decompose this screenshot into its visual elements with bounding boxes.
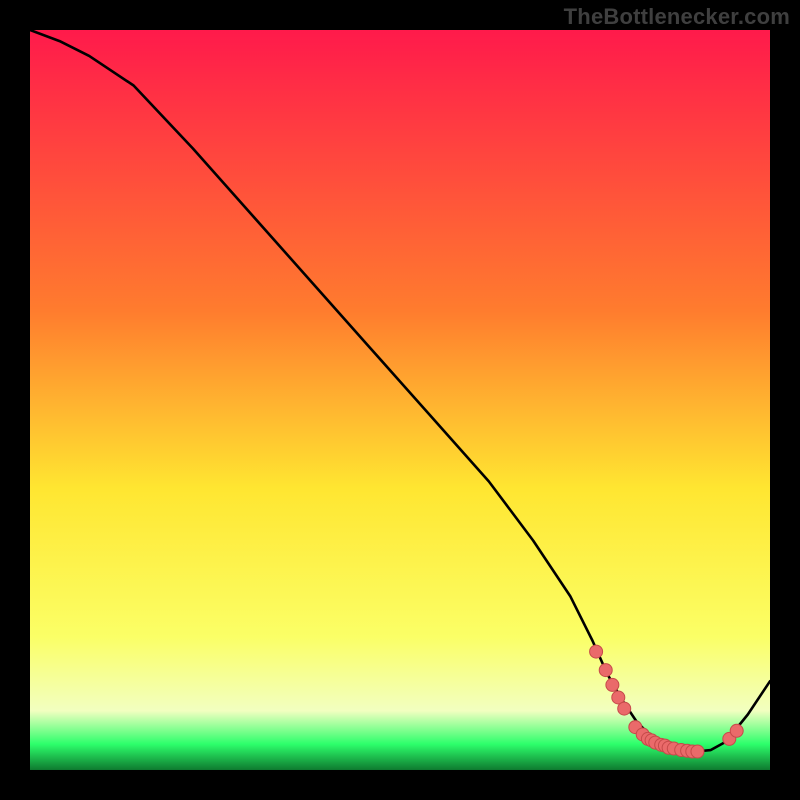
scatter-marker [599,664,612,677]
chart-frame: TheBottlenecker.com [0,0,800,800]
scatter-marker [691,745,704,758]
scatter-marker [590,645,603,658]
scatter-marker [606,678,619,691]
plot-area [30,30,770,770]
attribution-label: TheBottlenecker.com [564,4,790,30]
gradient-background [30,30,770,770]
scatter-marker [618,702,631,715]
chart-svg [30,30,770,770]
scatter-marker [730,724,743,737]
